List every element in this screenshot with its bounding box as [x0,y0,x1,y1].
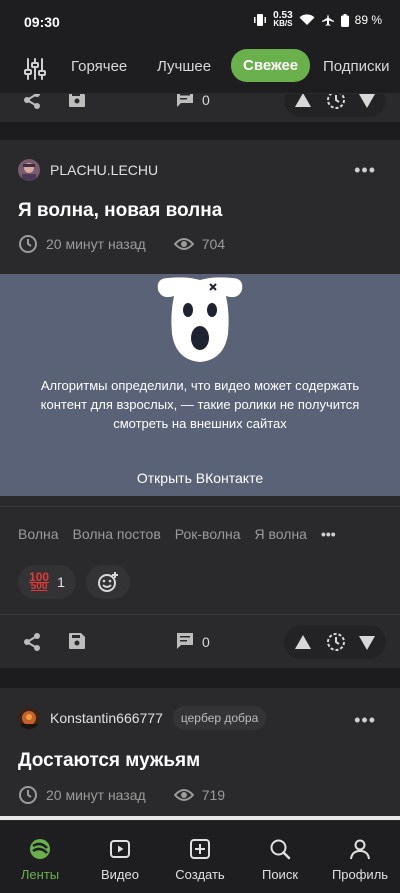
bottom-nav-search[interactable]: Поиск [240,821,320,893]
feed-nav-bar: Горячее Лучшее Свежее Подписки [0,44,400,94]
divider [0,506,400,507]
comment-icon[interactable] [176,632,194,650]
avatar[interactable] [18,707,40,729]
author-name[interactable]: PLACHU.LECHU [50,162,158,178]
tab-best[interactable]: Лучшее [157,58,211,75]
timer-icon[interactable] [326,94,346,110]
tag[interactable]: Волна постов [73,526,161,542]
post-actions: 0 [0,616,400,668]
add-reaction-button[interactable] [86,565,130,599]
bottom-nav-video[interactable]: Видео [80,821,160,893]
post-author[interactable]: Konstantin666777 цербер добра [18,706,267,730]
downvote-icon[interactable] [358,635,376,651]
tab-fresh[interactable]: Свежее [231,49,311,82]
tag[interactable]: Волна [18,526,59,542]
hundred-emoji-icon: 100 500 [29,571,49,592]
comment-count: 0 [202,634,210,650]
tab-hot[interactable]: Горячее [71,58,127,75]
bottom-nav-feeds[interactable]: Ленты [0,821,80,893]
video-notice: Алгоритмы определили, что видео может со… [40,378,360,431]
author-name[interactable]: Konstantin666777 [50,710,163,726]
battery-icon [340,13,349,27]
post-separator [0,122,400,140]
divider [0,614,400,615]
bottom-nav-label: Профиль [331,867,389,882]
prev-post-actions: 0 [0,94,400,122]
vote-box [284,94,386,117]
wifi-icon [299,14,315,25]
search-icon [270,839,291,860]
video-icon [110,840,130,858]
add-emoji-icon [98,572,118,592]
save-icon[interactable] [68,94,86,108]
view-count: 719 [201,787,226,803]
create-icon [190,839,210,859]
upvote-icon[interactable] [294,634,312,650]
network-speed: 0.53 KB/S [273,11,293,28]
bottom-nav-label: Создать [175,867,225,882]
vk-dog-icon [157,277,243,362]
clock-icon [19,786,37,804]
tab-subscriptions[interactable]: Подписки [323,58,390,75]
profile-icon [350,839,370,860]
bottom-nav-label: Поиск [261,867,299,882]
network-speed-unit: KB/S [273,19,293,28]
battery-level: 89 % [354,13,382,27]
open-vk-link[interactable]: Открыть ВКонтакте [0,470,400,486]
prev-post-card: 0 [0,94,400,122]
hundred-emoji-bottom: 500 [30,581,48,592]
downvote-icon[interactable] [358,94,376,109]
avatar[interactable] [18,159,40,181]
vibrate-icon [254,14,267,26]
more-options-icon[interactable]: ••• [354,710,376,731]
more-options-icon[interactable]: ••• [354,160,376,181]
bottom-nav-create[interactable]: Создать [160,821,240,893]
video-player[interactable]: Алгоритмы определили, что видео может со… [0,274,400,496]
post-time: 20 минут назад [46,236,146,252]
reaction-count: 1 [57,574,65,590]
bottom-nav-label: Ленты [20,867,60,882]
share-icon[interactable] [22,632,42,652]
tag[interactable]: Рок-волна [175,526,241,542]
comment-count: 0 [202,94,210,108]
post-author[interactable]: PLACHU.LECHU [18,159,158,181]
reaction-100[interactable]: 100 500 1 [18,565,76,599]
post-title[interactable]: Я волна, новая волна [18,200,222,222]
bottom-nav: Ленты Видео Создать Поиск Профиль [0,820,400,893]
tag[interactable]: Я волна [255,526,307,542]
filter-icon[interactable] [22,56,48,82]
post-time: 20 минут назад [46,787,146,803]
post-title[interactable]: Достаются мужьям [18,750,200,772]
status-time: 09:30 [24,14,60,30]
airplane-icon [321,14,334,26]
author-badge: цербер добра [172,706,267,730]
status-icons: 0.53 KB/S 89 % [253,11,382,28]
more-tags-icon[interactable]: ••• [321,526,336,542]
post-meta: 20 минут назад 704 [18,234,225,254]
views-icon [173,789,194,801]
share-icon[interactable] [22,94,42,110]
bottom-nav-label: Видео [101,867,139,882]
post-separator [0,668,400,688]
post-meta: 20 минут назад 719 [18,785,225,805]
feeds-icon [30,839,50,859]
view-count: 704 [201,236,226,252]
save-icon[interactable] [68,632,86,650]
clock-icon [19,235,37,253]
views-icon [173,238,194,250]
bottom-nav-profile[interactable]: Профиль [320,821,400,893]
vote-box [284,625,386,659]
upvote-icon[interactable] [294,94,312,108]
tag-list: Волна Волна постов Рок-волна Я волна ••• [18,526,336,542]
status-bar: 09:30 0.53 KB/S 89 % [0,0,400,44]
comment-icon[interactable] [176,94,194,108]
timer-icon[interactable] [326,632,346,652]
